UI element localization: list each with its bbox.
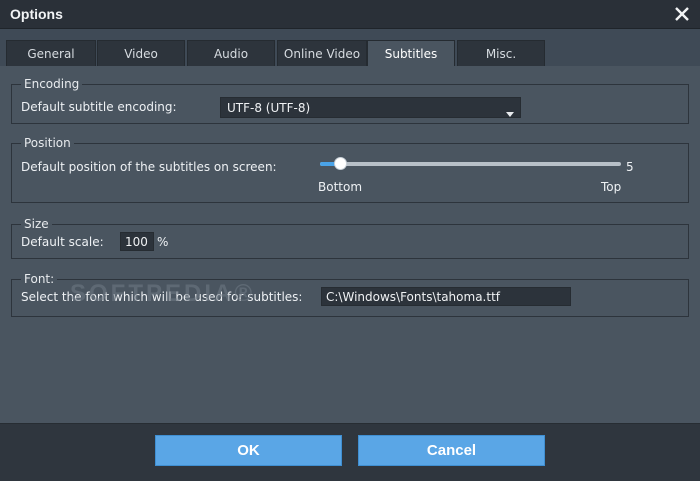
size-group: Size [11, 217, 689, 259]
position-slider-track[interactable] [320, 162, 621, 166]
tab-misc[interactable]: Misc. [457, 40, 545, 66]
tab-video[interactable]: Video [97, 40, 185, 66]
encoding-legend: Encoding [24, 77, 80, 91]
position-slider-thumb[interactable] [334, 157, 347, 170]
position-legend: Position [24, 136, 71, 150]
ok-button[interactable]: OK [155, 435, 342, 466]
subtitles-panel: Encoding Default subtitle encoding: UTF-… [0, 66, 700, 423]
position-label: Default position of the subtitles on scr… [21, 160, 277, 174]
tab-general[interactable]: General [6, 40, 96, 66]
font-path-value: C:\Windows\Fonts\tahoma.ttf [326, 290, 500, 304]
cancel-button[interactable]: Cancel [358, 435, 545, 466]
font-path-input[interactable]: C:\Windows\Fonts\tahoma.ttf [321, 287, 571, 306]
title-bar: Options [0, 0, 700, 29]
encoding-select[interactable]: UTF-8 (UTF-8) [220, 97, 521, 118]
scale-input[interactable]: 100 [120, 232, 154, 251]
window-title: Options [10, 6, 63, 22]
position-max-label: Top [601, 180, 622, 194]
position-min-label: Bottom [318, 180, 363, 194]
encoding-label: Default subtitle encoding: [21, 100, 177, 114]
position-value: 5 [626, 160, 634, 174]
tab-subtitles[interactable]: Subtitles [367, 40, 455, 66]
tab-online-video[interactable]: Online Video [277, 40, 367, 66]
scale-label: Default scale: [21, 235, 104, 249]
close-icon[interactable] [672, 4, 692, 24]
chevron-down-icon [506, 106, 514, 120]
size-legend: Size [24, 217, 49, 231]
scale-value: 100 [125, 235, 148, 249]
softpedia-watermark: SOFTPEDIA® [70, 280, 256, 307]
tab-bar: General Video Audio Online Video Subtitl… [6, 40, 696, 66]
encoding-value: UTF-8 (UTF-8) [227, 101, 311, 115]
scale-unit: % [157, 235, 169, 249]
font-legend: Font: [24, 272, 55, 286]
tab-audio[interactable]: Audio [187, 40, 275, 66]
dialog-footer: OK Cancel [0, 423, 700, 481]
